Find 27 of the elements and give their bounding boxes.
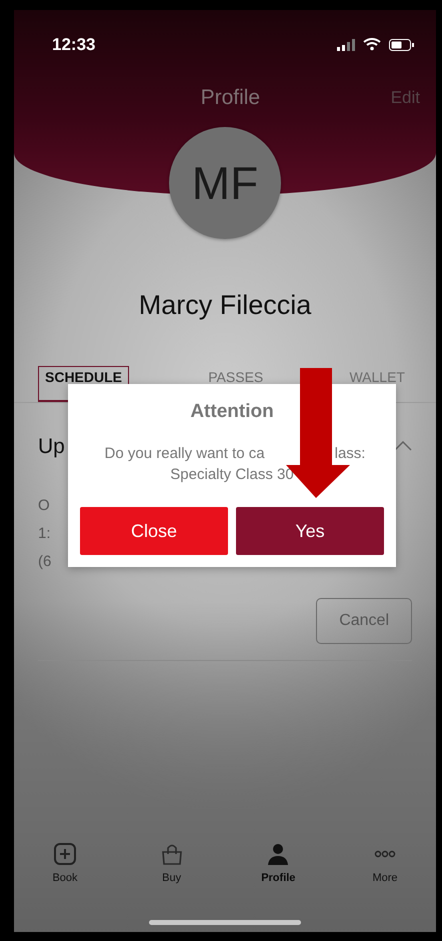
signal-icon xyxy=(337,38,355,51)
tab-bar-item[interactable]: More xyxy=(372,870,398,886)
battery-icon xyxy=(389,38,414,51)
class-detail-text: 1: xyxy=(38,524,51,544)
page-title: Profile xyxy=(200,84,260,110)
close-button[interactable]: Close xyxy=(80,507,228,555)
confirm-button[interactable]: Yes xyxy=(236,507,384,555)
status-time: 12:33 xyxy=(52,34,96,56)
dialog-message: lass: xyxy=(334,444,366,464)
person-icon[interactable] xyxy=(267,842,290,866)
dialog-title: Attention xyxy=(189,400,275,424)
profile-name: Marcy Fileccia xyxy=(138,289,312,322)
cancel-button[interactable]: Cancel xyxy=(316,598,412,644)
wifi-icon xyxy=(363,38,381,52)
chevron-icon[interactable] xyxy=(394,441,412,452)
tab[interactable]: WALLET xyxy=(342,366,412,402)
dialog-message: Do you really want to ca xyxy=(104,444,265,464)
edit-link[interactable]: Edit xyxy=(390,84,420,110)
tab-bar-item[interactable]: Book xyxy=(52,870,78,886)
plus-square-icon[interactable] xyxy=(54,842,76,866)
section-heading: Up xyxy=(38,434,65,460)
tab-bar-item[interactable]: Buy xyxy=(162,870,182,886)
class-detail-text: O xyxy=(38,496,50,516)
tab[interactable]: PASSES xyxy=(201,366,270,402)
tab-bar-item[interactable]: Profile xyxy=(261,870,296,886)
class-detail-text: (6 xyxy=(38,552,52,572)
shopping-bag-icon[interactable] xyxy=(160,842,183,866)
